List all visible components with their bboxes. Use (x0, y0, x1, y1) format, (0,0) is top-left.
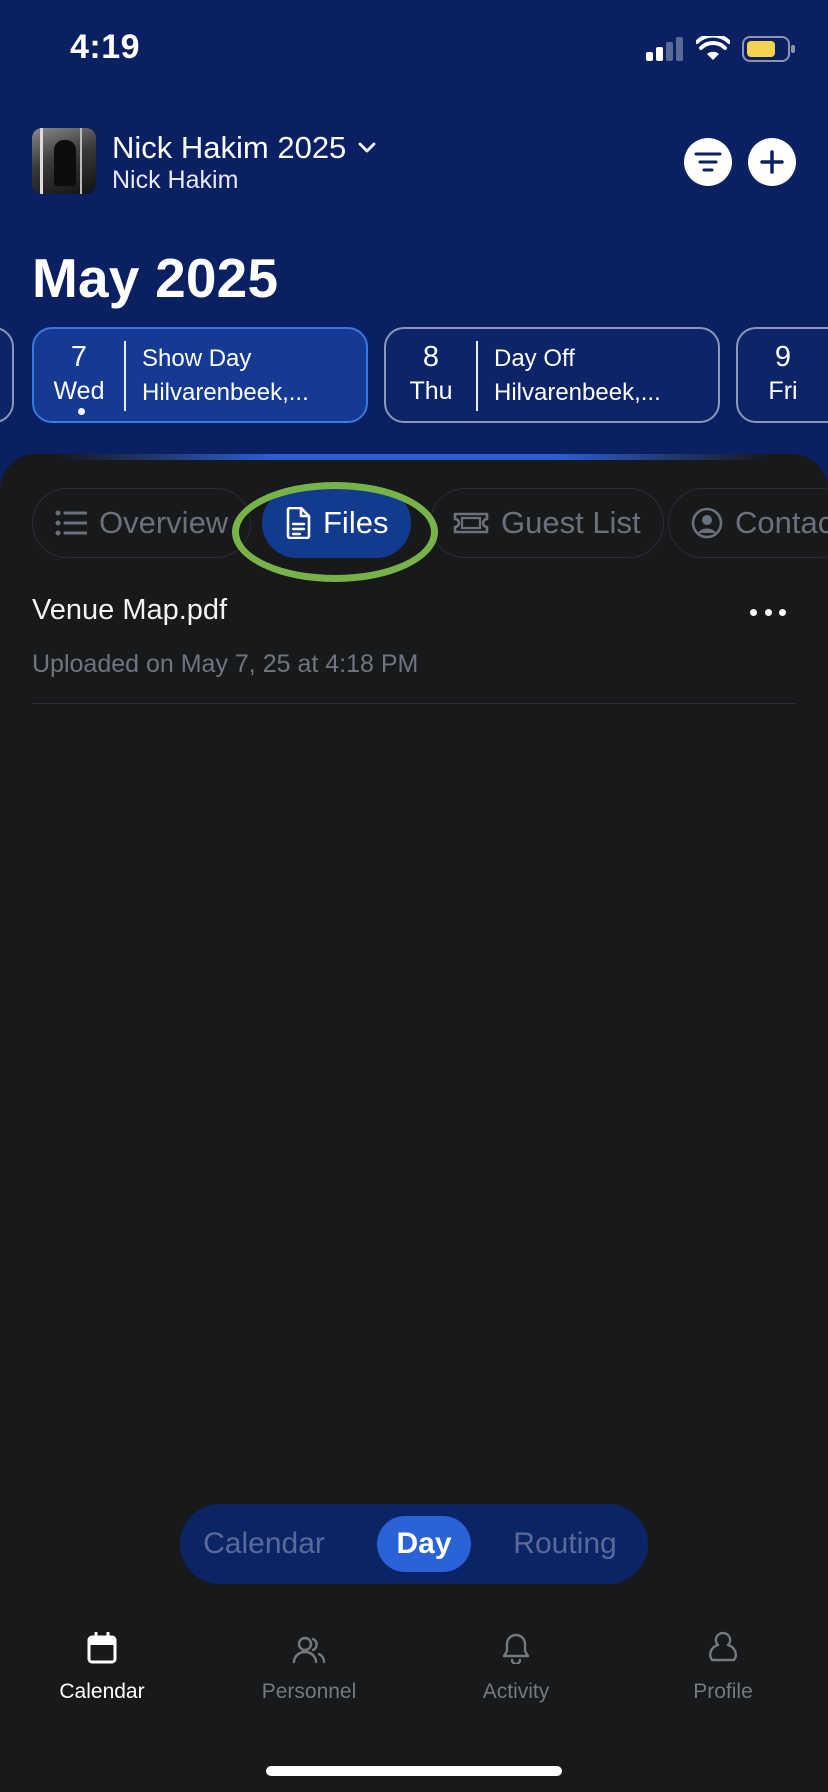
tab-label: Guest List (501, 505, 641, 540)
filter-button[interactable] (684, 138, 732, 186)
nav-label: Profile (693, 1680, 753, 1703)
person-circle-icon (691, 507, 723, 539)
day-divider (476, 341, 478, 411)
day-divider (124, 341, 126, 411)
tab-overview[interactable]: Overview (32, 488, 252, 558)
tour-name-label: Nick Hakim 2025 (112, 130, 347, 165)
home-indicator (266, 1766, 562, 1776)
more-options-button[interactable] (750, 602, 786, 622)
day-title: Show Day (142, 345, 252, 372)
nav-calendar[interactable]: Calendar (2, 1614, 202, 1704)
tour-selector[interactable]: Nick Hakim 2025 Nick Hakim (32, 128, 796, 196)
nav-profile[interactable]: Profile (623, 1614, 823, 1704)
day-location: Hilvarenbeek,... (142, 379, 309, 406)
people-icon (292, 1636, 326, 1664)
day-card[interactable]: 8 Thu Day Off Hilvarenbeek,... (384, 327, 720, 423)
ticket-icon (453, 512, 489, 534)
header: 4:19 Nick Hakim 2025 Nick Hakim May 2025… (0, 0, 828, 480)
bottom-tab-bar: Calendar Personnel Activity Profile (0, 1614, 828, 1734)
day-detail-panel: Overview Files Guest List Contac Venue M… (0, 454, 828, 1792)
day-number: 7 (70, 341, 88, 373)
nav-label: Calendar (59, 1680, 145, 1703)
view-option-calendar[interactable]: Calendar (190, 1516, 338, 1572)
plus-icon (760, 150, 784, 174)
calendar-icon (87, 1632, 117, 1664)
view-option-day[interactable]: Day (377, 1516, 471, 1572)
month-title: May 2025 (32, 247, 279, 309)
panel-glow (60, 454, 768, 460)
tour-name[interactable]: Nick Hakim 2025 (112, 130, 376, 166)
day-number: 9 (774, 341, 792, 373)
battery-icon (742, 36, 795, 62)
artist-name: Nick Hakim (112, 166, 239, 194)
file-name: Venue Map.pdf (32, 594, 228, 626)
cellular-signal-icon (646, 37, 683, 61)
view-switcher: Calendar Day Routing (180, 1504, 648, 1584)
add-button[interactable] (748, 138, 796, 186)
bell-icon (502, 1633, 530, 1664)
file-row[interactable]: Venue Map.pdf Uploaded on May 7, 25 at 4… (32, 594, 796, 704)
dot (779, 608, 786, 616)
day-strip[interactable]: 7 Wed Show Day Hilvarenbeek,... 8 Thu Da… (0, 327, 828, 423)
nav-label: Activity (482, 1680, 550, 1703)
day-location: Hilvarenbeek,... (494, 379, 661, 406)
dot (750, 608, 757, 616)
status-bar: 4:19 (0, 0, 828, 100)
day-number: 8 (422, 341, 440, 373)
avatar (32, 128, 96, 194)
day-of-week: Wed (53, 377, 105, 405)
view-option-routing[interactable]: Routing (492, 1516, 638, 1572)
tab-label: Contac (735, 505, 828, 540)
day-card[interactable]: 7 Wed Show Day Hilvarenbeek,... (32, 327, 368, 423)
list-icon (55, 510, 87, 536)
person-icon (709, 1631, 737, 1662)
tab-files[interactable]: Files (262, 488, 412, 558)
day-card-previous[interactable] (0, 327, 14, 423)
document-icon (286, 507, 311, 539)
section-tabs: Overview Files Guest List Contac (0, 482, 828, 582)
tab-contacts[interactable]: Contac (668, 488, 828, 558)
day-card[interactable]: 9 Fri S H (736, 327, 828, 423)
dot (764, 608, 772, 616)
file-upload-info: Uploaded on May 7, 25 at 4:18 PM (32, 650, 419, 678)
tab-label: Files (323, 505, 389, 540)
tab-label: Overview (99, 505, 229, 540)
day-title: Day Off (494, 345, 575, 372)
wifi-icon (696, 36, 730, 60)
chevron-down-icon (358, 142, 376, 153)
filter-icon (694, 152, 722, 172)
day-of-week: Thu (409, 377, 453, 405)
nav-personnel[interactable]: Personnel (209, 1614, 409, 1704)
status-icons (646, 36, 796, 62)
tab-guest-list[interactable]: Guest List (430, 488, 664, 558)
nav-activity[interactable]: Activity (416, 1614, 616, 1704)
day-of-week: Fri (768, 377, 798, 405)
event-dot (78, 408, 85, 415)
status-time: 4:19 (70, 28, 141, 66)
nav-label: Personnel (261, 1680, 357, 1703)
